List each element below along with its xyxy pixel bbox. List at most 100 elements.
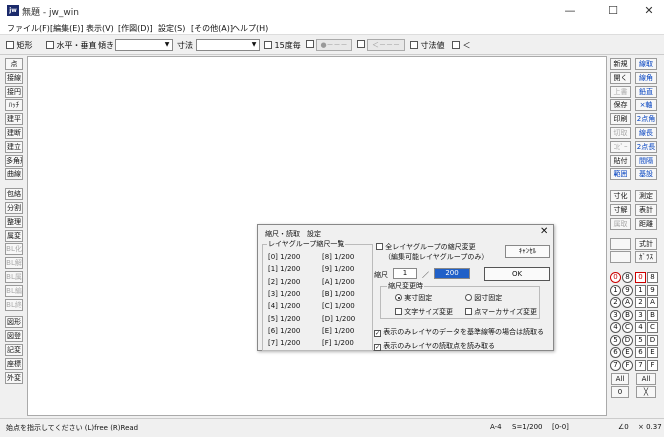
left-tool-19-0[interactable]: 図登	[5, 330, 23, 343]
right-tool-4-0[interactable]: 印刷	[610, 113, 631, 126]
right-tool-6-1[interactable]: 2点長	[635, 140, 657, 153]
layer-group-2[interactable]: 2	[610, 297, 621, 308]
menu-help[interactable]: ヘルプ(H)	[232, 23, 268, 34]
read-point-checkbox[interactable]: ✓ 表示のみレイヤの読取点を読み取る	[374, 341, 495, 351]
layer-group-5[interactable]: 5	[610, 334, 621, 346]
menu-other[interactable]: [その他(A)]	[191, 23, 233, 34]
layer-F[interactable]: F	[647, 359, 658, 371]
menu-edit[interactable]: [編集(E)]	[50, 23, 84, 34]
layer-indicator[interactable]: [0-0]	[552, 423, 569, 431]
layer-group-9[interactable]: 9	[622, 284, 633, 296]
layer-3[interactable]: 3	[635, 309, 646, 321]
left-tool-13-0[interactable]: BL化	[5, 243, 23, 256]
right-tool-9-1[interactable]: 測定	[635, 190, 657, 203]
scale-numerator-input[interactable]: 1	[393, 268, 417, 279]
layer-8[interactable]: 8	[647, 272, 658, 283]
layer-group-8[interactable]: 8	[622, 272, 633, 283]
layer-group-F[interactable]: F	[622, 359, 633, 371]
menu-draw[interactable]: [作図(D)]	[118, 23, 153, 34]
left-tool-14-0[interactable]: BL解	[5, 257, 23, 270]
layer-0[interactable]: 0	[635, 272, 646, 283]
left-tool-1-0[interactable]: 接線	[5, 71, 23, 84]
right-tool-8-1[interactable]: 基設	[635, 168, 657, 181]
fig-fixed-radio[interactable]: 図寸固定	[465, 293, 502, 303]
left-tool-16-0[interactable]: BL編	[5, 284, 23, 297]
left-tool-22-0[interactable]: 外変	[5, 371, 23, 384]
right-tool-5-1[interactable]: 線長	[635, 127, 657, 139]
layer-E[interactable]: E	[647, 347, 658, 358]
read-base-checkbox[interactable]: ✓ 表示のみレイヤのデータを基準線等の場合は読取る	[374, 327, 544, 337]
left-tool-10-0[interactable]: 分割	[5, 202, 23, 214]
right-tool-13-1[interactable]: ｶﾞﾗｽ	[635, 251, 657, 264]
right-tool-11-1[interactable]: 距離	[635, 217, 657, 230]
layer-group-0[interactable]: 0	[610, 272, 621, 283]
close-button[interactable]: ✕	[639, 3, 659, 18]
right-tool-10-0[interactable]: 寸解	[610, 204, 631, 216]
right-tool-12-0[interactable]	[610, 237, 631, 250]
maximize-button[interactable]: ☐	[603, 3, 623, 18]
left-tool-18-0[interactable]: 図形	[5, 316, 23, 329]
layer-group-3[interactable]: 3	[610, 309, 621, 321]
layer-all-button[interactable]: All	[636, 373, 656, 385]
layer-x-button[interactable]: ╳	[636, 386, 656, 398]
right-tool-0-1[interactable]: 線取	[635, 58, 657, 70]
left-tool-8-0[interactable]: 曲線	[5, 168, 23, 181]
right-tool-3-1[interactable]: ×軸	[635, 99, 657, 112]
paper-size[interactable]: A-4	[490, 423, 502, 431]
angle-indicator[interactable]: ∠0	[618, 423, 629, 431]
right-tool-8-0[interactable]: 範囲	[610, 168, 631, 181]
right-tool-1-0[interactable]: 開く	[610, 71, 631, 84]
right-tool-13-0[interactable]	[610, 251, 631, 264]
right-tool-3-0[interactable]: 保存	[610, 99, 631, 112]
dim-combo[interactable]: ▼	[196, 39, 260, 51]
right-tool-7-1[interactable]: 間隔	[635, 154, 657, 167]
lt-checkbox[interactable]: ＜	[452, 40, 471, 51]
right-tool-10-1[interactable]: 表計	[635, 204, 657, 216]
layer-7[interactable]: 7	[635, 359, 646, 371]
layer-5[interactable]: 5	[635, 334, 646, 346]
left-tool-0-0[interactable]: 点	[5, 58, 23, 70]
layer-group-all-button[interactable]: All	[611, 373, 629, 385]
point-marker-checkbox[interactable]: 点マーカサイズ変更	[465, 307, 537, 317]
layer-1[interactable]: 1	[635, 284, 646, 296]
layer-group-B[interactable]: B	[622, 309, 633, 321]
minimize-button[interactable]: —	[560, 3, 580, 18]
left-tool-7-0[interactable]: 多角形	[5, 154, 23, 167]
menu-settings[interactable]: 設定(S)	[158, 23, 185, 34]
left-tool-4-0[interactable]: 建平	[5, 113, 23, 126]
layer-2[interactable]: 2	[635, 297, 646, 308]
left-tool-11-0[interactable]: 整理	[5, 215, 23, 228]
layer-group-C[interactable]: C	[622, 322, 633, 333]
scale-indicator[interactable]: S=1/200	[512, 423, 542, 431]
right-tool-2-0[interactable]: 上書	[610, 85, 631, 98]
right-tool-2-1[interactable]: 鉛直	[635, 85, 657, 98]
left-tool-5-0[interactable]: 建断	[5, 127, 23, 139]
layer-C[interactable]: C	[647, 322, 658, 333]
layer-B[interactable]: B	[647, 309, 658, 321]
layer-group-4[interactable]: 4	[610, 322, 621, 333]
menu-view[interactable]: 表示(V)	[86, 23, 114, 34]
text-size-checkbox[interactable]: 文字サイズ変更	[395, 307, 453, 317]
hv-checkbox[interactable]: 水平・垂直	[46, 40, 97, 51]
tilt-combo[interactable]: ▼	[115, 39, 173, 51]
right-tool-7-0[interactable]: 貼付	[610, 154, 631, 167]
point-style-button[interactable]: ●－－－	[316, 39, 352, 51]
left-tool-20-0[interactable]: 記変	[5, 344, 23, 356]
layer-9[interactable]: 9	[647, 284, 658, 296]
layer-6[interactable]: 6	[635, 347, 646, 358]
layer-group-D[interactable]: D	[622, 334, 633, 346]
left-tool-9-0[interactable]: 包絡	[5, 188, 23, 201]
right-tool-0-0[interactable]: 新規	[610, 58, 631, 70]
layer-group-1[interactable]: 1	[610, 284, 621, 296]
layer-group-7[interactable]: 7	[610, 359, 621, 371]
arrow-style-button[interactable]: ＜－－－	[367, 39, 405, 51]
left-tool-15-0[interactable]: BL属	[5, 271, 23, 283]
ok-button[interactable]: OK	[484, 267, 550, 281]
cancel-button[interactable]: ｷｬﾝｾﾙ	[505, 245, 550, 258]
left-tool-3-0[interactable]: ﾊｯﾁ	[5, 99, 23, 112]
right-tool-6-0[interactable]: ｺﾋﾟｰ	[610, 140, 631, 153]
right-tool-4-1[interactable]: 2点角	[635, 113, 657, 126]
left-tool-21-0[interactable]: 座標	[5, 357, 23, 370]
right-tool-12-1[interactable]: 式計	[635, 237, 657, 250]
rect-checkbox[interactable]: 矩形	[6, 40, 33, 51]
